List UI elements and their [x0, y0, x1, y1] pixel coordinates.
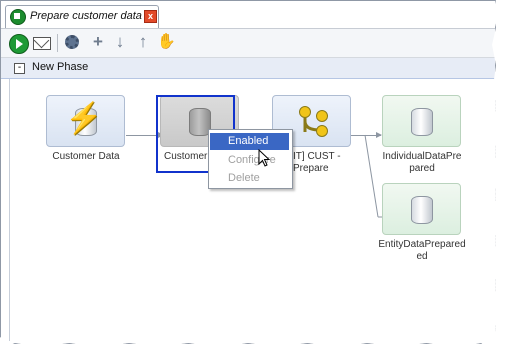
- run-icon[interactable]: [9, 34, 29, 54]
- tab-bar: Prepare customer data x: [1, 1, 495, 29]
- move-down-icon[interactable]: ↓: [111, 32, 129, 52]
- close-icon[interactable]: x: [144, 10, 157, 23]
- lightning-icon: ⚡: [65, 102, 103, 135]
- database-icon: [411, 108, 433, 136]
- context-menu: Enabled Configure Delete: [208, 129, 293, 189]
- mail-icon[interactable]: [33, 37, 51, 50]
- hand-icon[interactable]: ✋: [157, 32, 176, 52]
- node-individual-data-prepared[interactable]: [382, 95, 461, 147]
- mouse-cursor-icon: [258, 149, 270, 167]
- process-icon: [10, 9, 26, 25]
- node-customer-data[interactable]: ⚡: [46, 95, 125, 147]
- node-label: IT] CUST - Prepare: [293, 151, 341, 174]
- collapse-toggle[interactable]: -: [14, 63, 25, 74]
- node-label: Customer Data: [52, 151, 120, 162]
- phase-title: New Phase: [32, 61, 89, 73]
- move-up-icon[interactable]: ↑: [134, 32, 152, 52]
- toolbar: + ↓ ↑ ✋: [1, 29, 495, 58]
- node-label: EntityDataPrepared ed: [378, 239, 466, 262]
- add-icon[interactable]: +: [89, 32, 107, 52]
- editor-window: Prepare customer data x + ↓ ↑ ✋ - New Ph…: [0, 0, 496, 344]
- node-entity-data-prepared[interactable]: [382, 183, 461, 235]
- menu-item-enabled[interactable]: Enabled: [210, 133, 289, 150]
- menu-item-configure[interactable]: Configure: [210, 152, 289, 169]
- branch-icon: [299, 106, 328, 137]
- menu-item-delete[interactable]: Delete: [210, 170, 289, 187]
- phase-header: - New Phase: [1, 58, 495, 79]
- tab-title: Prepare customer data: [30, 10, 142, 22]
- toolbar-separator: [57, 34, 58, 52]
- tab-prepare-customer-data[interactable]: Prepare customer data x: [5, 5, 159, 28]
- database-icon: [411, 196, 433, 224]
- node-label: IndividualDataPre pared: [382, 151, 462, 174]
- workflow-canvas[interactable]: ⚡ Customer Data Customer IT] CUST - Prep…: [9, 79, 496, 341]
- gear-icon[interactable]: [65, 35, 79, 49]
